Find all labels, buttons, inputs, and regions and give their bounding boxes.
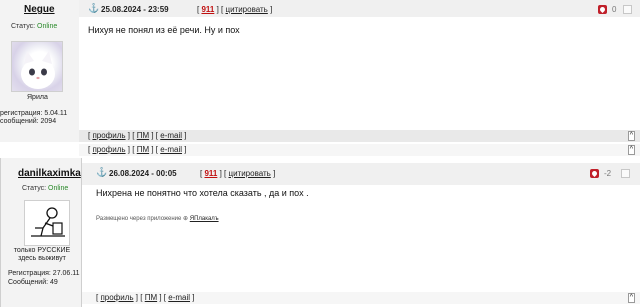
- post-date: 26.08.2024 - 00:05: [109, 169, 177, 178]
- post-message: Нихуя не понял из её речи. Ну и пох: [88, 25, 240, 35]
- post-actions: [ 911 ] [ цитировать ]: [197, 5, 273, 14]
- post-number-link[interactable]: 911: [201, 5, 214, 14]
- profile-link[interactable]: профиль: [100, 293, 133, 302]
- vote-count: -2: [604, 169, 612, 178]
- pm-link[interactable]: ПМ: [137, 131, 149, 140]
- up-arrow-icon[interactable]: ^: [627, 145, 635, 155]
- vote-box[interactable]: [623, 5, 632, 14]
- quote-link[interactable]: цитировать: [225, 5, 267, 14]
- avatar-caption: Ярила: [27, 94, 48, 101]
- vote-icon[interactable]: [590, 169, 599, 178]
- profile-link[interactable]: профиль: [92, 145, 125, 154]
- post-number-link[interactable]: 911: [204, 169, 217, 178]
- anchor-icon[interactable]: ⚓: [88, 3, 99, 14]
- post-footer: [ профиль ] [ ПМ ] [ e-mail ] ^: [79, 144, 640, 156]
- post-date: 25.08.2024 - 23:59: [101, 5, 169, 14]
- app-note: Размещено через приложение ⊕ ЯПлакалъ: [96, 215, 219, 222]
- footer-links: [ профиль ] [ ПМ ] [ e-mail ]: [88, 131, 187, 140]
- footer-links: [ профиль ] [ ПМ ] [ e-mail ]: [88, 145, 187, 154]
- profile-link[interactable]: профиль: [92, 131, 125, 140]
- avatar-caption: только РУССКИЕ здесь выживут: [13, 247, 71, 262]
- app-icon: ⊕: [183, 216, 189, 222]
- app-note-text: Размещено через приложение: [96, 216, 182, 222]
- email-link[interactable]: e-mail: [160, 131, 182, 140]
- registration-date: Регистрация: 27.06.11: [8, 270, 80, 277]
- stick-figure-avatar-image: [31, 207, 65, 237]
- author-nick[interactable]: danilkaximka: [18, 168, 81, 179]
- status-value: Online: [48, 185, 69, 192]
- anchor-icon[interactable]: ⚓: [96, 167, 107, 178]
- status-label: Статус:: [22, 185, 47, 192]
- app-link[interactable]: ЯПлакалъ: [190, 216, 219, 222]
- cat-avatar-image: [21, 51, 55, 89]
- message-count: Сообщений: 49: [8, 279, 58, 286]
- vote-icon[interactable]: [598, 5, 607, 14]
- pm-link[interactable]: ПМ: [145, 293, 157, 302]
- email-link[interactable]: e-mail: [168, 293, 190, 302]
- footer-links: [ профиль ] [ ПМ ] [ e-mail ]: [96, 293, 195, 302]
- email-link[interactable]: e-mail: [160, 145, 182, 154]
- author-status: Статус: Online: [11, 23, 57, 30]
- avatar[interactable]: [24, 200, 70, 246]
- pm-link[interactable]: ПМ: [137, 145, 149, 154]
- post-footer: [ профиль ] [ ПМ ] [ e-mail ] ^: [79, 130, 640, 142]
- post: Negue Статус: Online Ярила регистрация: …: [0, 0, 640, 142]
- up-arrow-icon[interactable]: ^: [627, 131, 635, 141]
- post: danilkaximka Статус: Online ⚓ 26.08.2024…: [0, 158, 640, 307]
- post-message: Нихрена не понятно что хотела сказать , …: [96, 188, 309, 198]
- post-actions: [ 911 ] [ цитировать ]: [200, 169, 276, 178]
- post-footer: [ профиль ] [ ПМ ] [ e-mail ] ^: [82, 292, 640, 304]
- author-nick[interactable]: Negue: [24, 4, 55, 15]
- message-count: сообщений: 2094: [0, 118, 57, 125]
- up-arrow-icon[interactable]: ^: [627, 293, 635, 303]
- vote-box[interactable]: [621, 169, 630, 178]
- status-value: Online: [37, 23, 58, 30]
- avatar[interactable]: [11, 41, 63, 92]
- quote-link[interactable]: цитировать: [228, 169, 270, 178]
- vote-count: 0: [612, 5, 617, 14]
- author-status: Статус: Online: [22, 185, 68, 192]
- status-label: Статус:: [11, 23, 36, 30]
